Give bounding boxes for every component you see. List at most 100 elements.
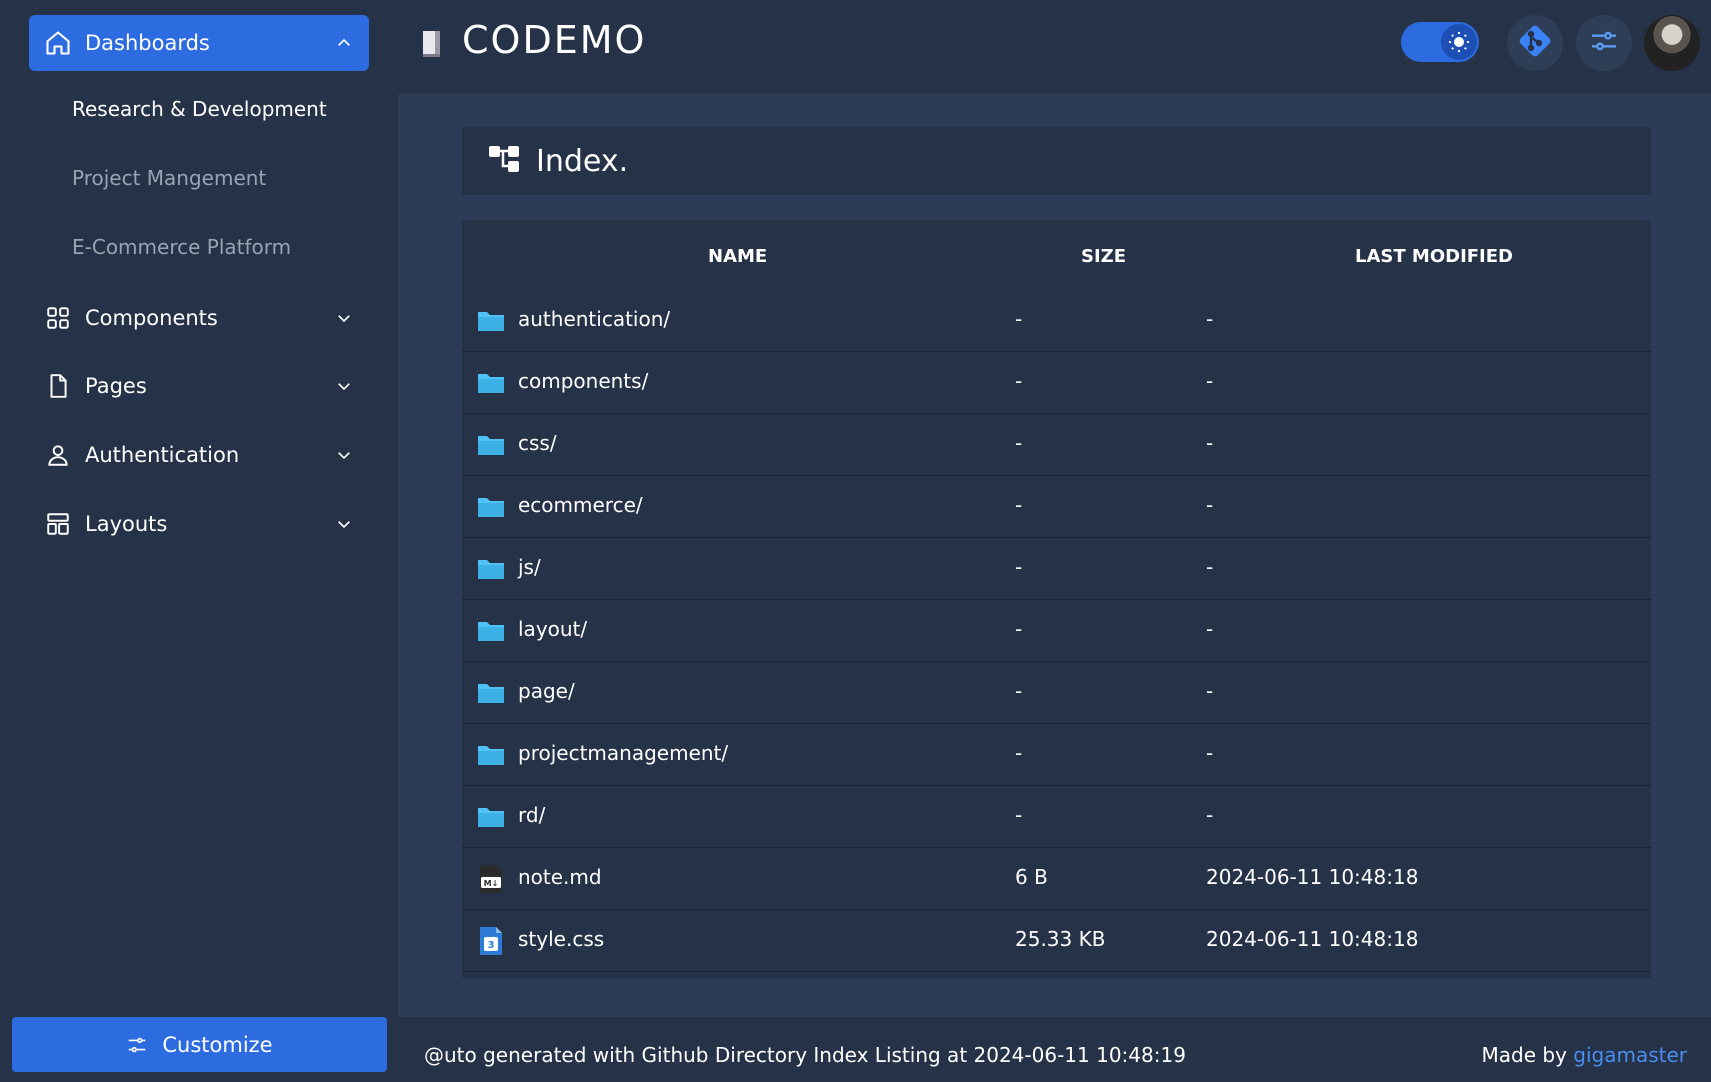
sidebar-item-authentication[interactable]: Authentication [29, 427, 369, 483]
sidebar: Dashboards Research & Development Projec… [0, 0, 398, 1082]
sidebar-item-label: Authentication [85, 443, 240, 467]
chevron-down-icon [333, 307, 355, 329]
home-icon [43, 28, 73, 58]
user-icon [43, 440, 73, 470]
sidebar-subitem-rd[interactable]: Research & Development [72, 97, 327, 121]
folder-icon [477, 554, 505, 582]
chevron-down-icon [333, 513, 355, 535]
table-row[interactable]: layout/ - - [462, 599, 1651, 662]
table-row[interactable]: components/ - - [462, 351, 1651, 414]
sidebar-item-pages[interactable]: Pages [29, 358, 369, 414]
git-icon [1515, 21, 1555, 65]
file-modified: - [1206, 493, 1214, 517]
folder-icon [477, 802, 505, 830]
chevron-down-icon [333, 375, 355, 397]
file-table: NAME SIZE LAST MODIFIED authentication/ -… [462, 220, 1651, 978]
sidebar-item-label: Pages [85, 374, 147, 398]
brand-name: CODEMO [462, 18, 647, 62]
chevron-up-icon [333, 32, 355, 54]
sun-icon [1441, 24, 1477, 60]
footer-credit: Made by gigamaster [1482, 1043, 1688, 1067]
file-modified: 2024-06-11 10:48:18 [1206, 927, 1419, 951]
sitemap-icon [488, 144, 522, 178]
css-file-icon: 3 [477, 926, 505, 955]
file-size: - [1015, 369, 1023, 393]
file-name-link[interactable]: projectmanagement/ [518, 741, 728, 765]
author-link[interactable]: gigamaster [1573, 1043, 1687, 1067]
folder-icon [477, 306, 505, 334]
sidebar-subitem-ecommerce[interactable]: E-Commerce Platform [72, 235, 291, 259]
folder-icon [477, 430, 505, 458]
file-size: - [1015, 741, 1023, 765]
sidebar-item-components[interactable]: Components [29, 290, 369, 346]
table-row[interactable]: page/ - - [462, 661, 1651, 724]
table-row[interactable]: M↓ note.md 6 B 2024-06-11 10:48:18 [462, 847, 1651, 910]
file-size: 25.33 KB [1015, 927, 1106, 951]
file-modified: - [1206, 555, 1214, 579]
folder-icon [477, 678, 505, 706]
file-modified: - [1206, 679, 1214, 703]
folder-icon [477, 368, 505, 396]
file-size: - [1015, 555, 1023, 579]
avatar[interactable] [1644, 15, 1700, 71]
chevron-down-icon [333, 444, 355, 466]
table-row[interactable]: js/ - - [462, 537, 1651, 600]
top-header: CODEMO [398, 0, 1711, 94]
folder-icon [477, 740, 505, 768]
svg-text:3: 3 [488, 940, 495, 951]
file-modified: - [1206, 431, 1214, 455]
file-name-link[interactable]: js/ [518, 555, 541, 579]
footer-generated-text: @uto generated with Github Directory Ind… [424, 1043, 1186, 1067]
sidebar-item-layouts[interactable]: Layouts [29, 496, 369, 552]
file-size: - [1015, 493, 1023, 517]
file-modified: - [1206, 741, 1214, 765]
file-name-link[interactable]: page/ [518, 679, 575, 703]
file-modified: 2024-06-11 10:48:18 [1206, 865, 1419, 889]
file-modified: - [1206, 803, 1214, 827]
file-name-link[interactable]: css/ [518, 431, 557, 455]
markdown-file-icon: M↓ [477, 864, 505, 893]
made-by-text: Made by [1481, 1043, 1574, 1067]
file-modified: - [1206, 307, 1214, 331]
file-modified: - [1206, 617, 1214, 641]
file-name-link[interactable]: layout/ [518, 617, 587, 641]
table-row[interactable]: 3 style.css 25.33 KB 2024-06-11 10:48:18 [462, 909, 1651, 972]
table-row[interactable]: css/ - - [462, 413, 1651, 476]
column-header-size[interactable]: SIZE [1081, 246, 1126, 267]
page-title: Index. [536, 143, 629, 179]
index-header: Index. [462, 127, 1651, 195]
file-modified: - [1206, 369, 1214, 393]
file-size: - [1015, 617, 1023, 641]
settings-button[interactable] [1576, 15, 1632, 71]
file-size: - [1015, 679, 1023, 703]
sidebar-item-label: Components [85, 306, 218, 330]
theme-toggle[interactable] [1401, 22, 1479, 62]
file-name-link[interactable]: style.css [518, 927, 604, 951]
file-name-link[interactable]: ecommerce/ [518, 493, 643, 517]
svg-text:M↓: M↓ [484, 879, 499, 888]
customize-label: Customize [162, 1032, 273, 1057]
folder-icon [477, 492, 505, 520]
file-size: - [1015, 803, 1023, 827]
sidebar-item-dashboards[interactable]: Dashboards [29, 15, 369, 71]
main-content: Index. NAME SIZE LAST MODIFIED authentic… [398, 94, 1711, 1017]
logo-icon [422, 30, 442, 58]
file-name-link[interactable]: note.md [518, 865, 602, 889]
file-size: - [1015, 307, 1023, 331]
column-header-modified[interactable]: LAST MODIFIED [1355, 246, 1513, 267]
file-name-link[interactable]: rd/ [518, 803, 545, 827]
table-row[interactable]: projectmanagement/ - - [462, 723, 1651, 786]
table-row[interactable]: authentication/ - - [462, 289, 1651, 352]
sidebar-item-label: Layouts [85, 512, 168, 536]
table-row[interactable]: rd/ - - [462, 785, 1651, 848]
table-row[interactable]: ecommerce/ - - [462, 475, 1651, 538]
column-header-name[interactable]: NAME [708, 246, 767, 267]
file-name-link[interactable]: components/ [518, 369, 648, 393]
file-size: 6 B [1015, 865, 1048, 889]
sliders-icon [126, 1034, 148, 1056]
customize-button[interactable]: Customize [12, 1017, 387, 1072]
sidebar-item-label: Dashboards [85, 31, 210, 55]
file-name-link[interactable]: authentication/ [518, 307, 670, 331]
git-button[interactable] [1507, 15, 1563, 71]
sidebar-subitem-project-management[interactable]: Project Mangement [72, 166, 266, 190]
